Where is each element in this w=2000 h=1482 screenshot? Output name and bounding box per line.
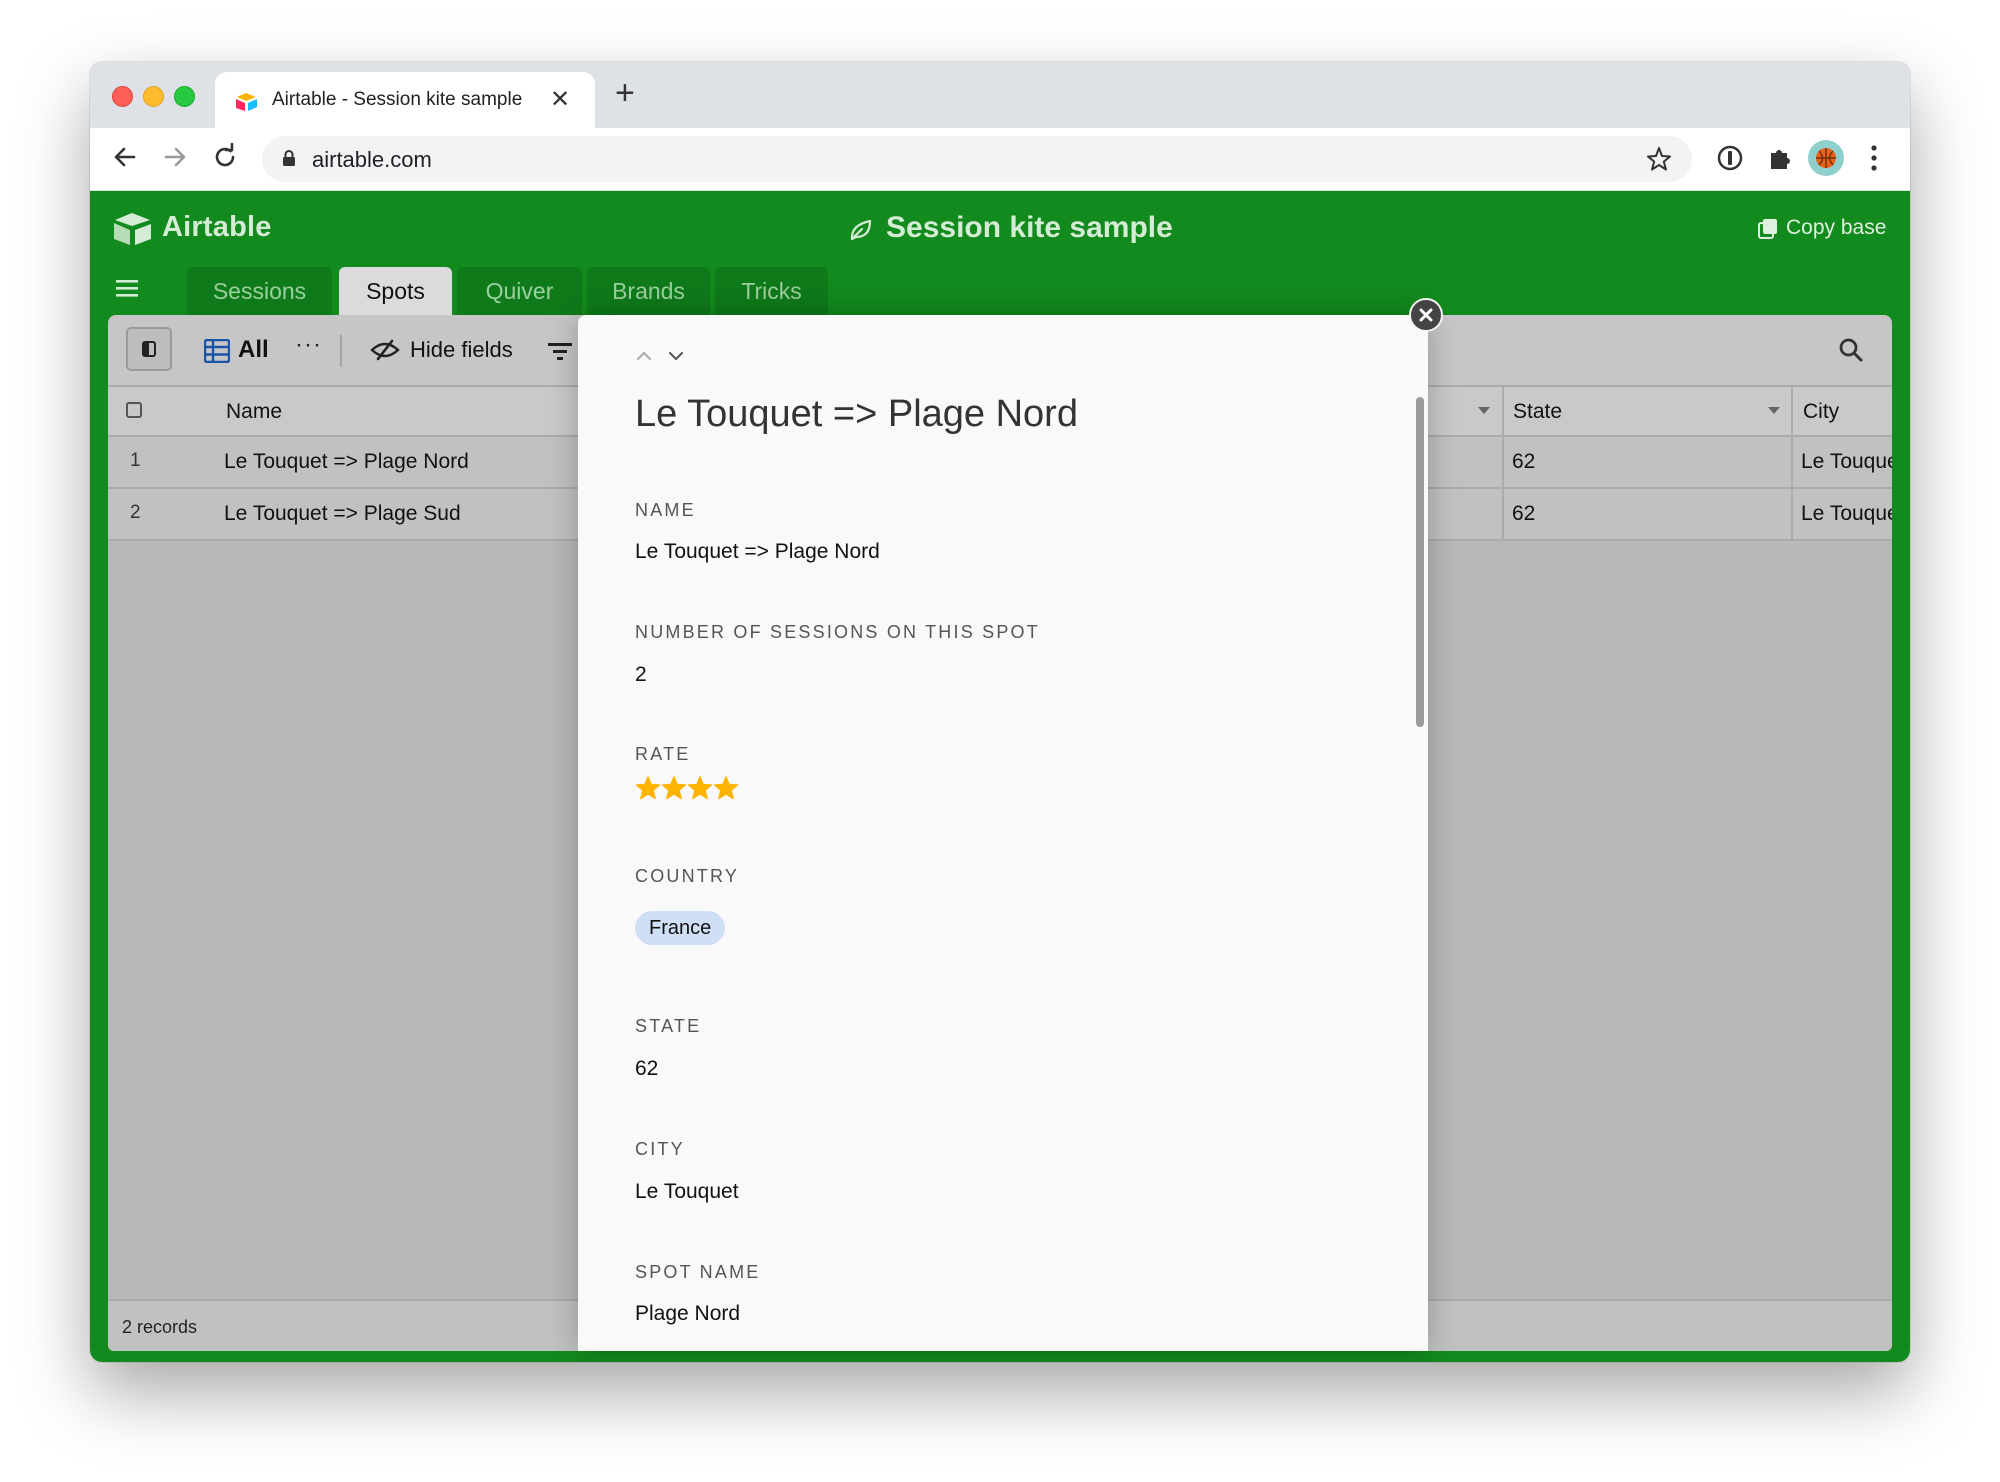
view-bar-divider bbox=[340, 335, 342, 367]
maximize-window-button[interactable] bbox=[174, 86, 195, 107]
state-column-dropdown-icon[interactable] bbox=[1478, 407, 1490, 414]
reload-icon[interactable] bbox=[210, 142, 240, 172]
airtable-logo-text: Airtable bbox=[162, 211, 272, 243]
star-icon[interactable] bbox=[661, 775, 687, 801]
hamburger-menu-icon[interactable] bbox=[116, 279, 138, 297]
hide-fields-button[interactable]: Hide fields bbox=[410, 337, 513, 363]
column-header-city[interactable]: City bbox=[1803, 400, 1839, 424]
lock-icon bbox=[283, 150, 295, 166]
field-label-rate: RATE bbox=[635, 744, 691, 764]
field-label-sessions: NUMBER OF SESSIONS ON THIS SPOT bbox=[635, 622, 1040, 642]
row-name-cell[interactable]: Le Touquet => Plage Nord bbox=[224, 450, 584, 474]
extensions-puzzle-icon[interactable] bbox=[1764, 142, 1796, 174]
tab-close-icon[interactable]: ✕ bbox=[550, 85, 570, 114]
tab-tricks[interactable]: Tricks bbox=[715, 267, 828, 315]
expanded-record-modal: Le Touquet => Plage Nord NAME Le Touquet… bbox=[578, 315, 1428, 1351]
row-city-cell[interactable]: Le Touquet bbox=[1801, 502, 1892, 526]
column-header-name[interactable]: Name bbox=[226, 400, 282, 424]
sidebar-toggle-button[interactable] bbox=[126, 327, 172, 371]
address-bar[interactable]: airtable.com bbox=[262, 136, 1692, 182]
url-text: airtable.com bbox=[312, 147, 432, 172]
copy-base-label: Copy base bbox=[1786, 216, 1887, 239]
column-header-state[interactable]: State bbox=[1513, 400, 1562, 424]
select-all-checkbox[interactable] bbox=[126, 402, 142, 418]
new-tab-button[interactable]: + bbox=[615, 76, 635, 110]
field-value-state[interactable]: 62 bbox=[635, 1057, 658, 1081]
copy-icon bbox=[1758, 219, 1777, 239]
sidebar-icon bbox=[142, 341, 156, 357]
previous-record-chevron-icon[interactable] bbox=[636, 351, 652, 361]
password-manager-icon[interactable] bbox=[1714, 142, 1746, 174]
column-divider bbox=[1502, 437, 1504, 487]
browser-menu-icon[interactable] bbox=[1871, 144, 1877, 172]
country-tag[interactable]: France bbox=[635, 911, 726, 945]
field-label-state: STATE bbox=[635, 1016, 702, 1036]
column-divider bbox=[1791, 387, 1793, 435]
browser-toolbar: airtable.com bbox=[90, 128, 1910, 191]
field-label-spot-name: SPOT NAME bbox=[635, 1262, 761, 1282]
filter-icon[interactable] bbox=[548, 341, 572, 361]
next-record-chevron-icon[interactable] bbox=[668, 351, 684, 361]
base-title: Session kite sample bbox=[886, 211, 1173, 244]
hide-fields-icon bbox=[370, 339, 400, 361]
tab-brands[interactable]: Brands bbox=[587, 267, 710, 315]
close-icon bbox=[1419, 308, 1433, 322]
field-label-city: CITY bbox=[635, 1139, 685, 1159]
row-name-cell[interactable]: Le Touquet => Plage Sud bbox=[224, 502, 584, 526]
field-value-sessions[interactable]: 2 bbox=[635, 663, 647, 687]
field-value-city[interactable]: Le Touquet bbox=[635, 1180, 739, 1204]
airtable-app: Airtable Session kite sample Copy base S… bbox=[90, 191, 1910, 1362]
modal-scrollbar[interactable] bbox=[1416, 397, 1424, 727]
row-number: 2 bbox=[130, 502, 141, 523]
airtable-logo-icon[interactable] bbox=[112, 211, 154, 247]
field-value-name[interactable]: Le Touquet => Plage Nord bbox=[635, 540, 880, 564]
field-label-country: COUNTRY bbox=[635, 866, 740, 886]
tab-title: Airtable - Session kite sample bbox=[272, 89, 523, 110]
minimize-window-button[interactable] bbox=[143, 86, 164, 107]
browser-tab[interactable]: Airtable - Session kite sample ✕ bbox=[215, 72, 595, 128]
record-title: Le Touquet => Plage Nord bbox=[635, 393, 1078, 435]
column-divider bbox=[1791, 489, 1793, 539]
search-icon[interactable] bbox=[1838, 337, 1864, 363]
tab-quiver[interactable]: Quiver bbox=[457, 267, 582, 315]
airtable-favicon-icon bbox=[236, 93, 257, 111]
forward-icon[interactable] bbox=[160, 142, 190, 172]
browser-window: Airtable - Session kite sample ✕ + airta… bbox=[90, 62, 1910, 1362]
row-number: 1 bbox=[130, 450, 141, 471]
back-icon[interactable] bbox=[110, 142, 140, 172]
records-count: 2 records bbox=[122, 1317, 198, 1337]
basketball-icon bbox=[1816, 148, 1836, 168]
column-divider bbox=[1502, 489, 1504, 539]
star-icon[interactable] bbox=[687, 775, 713, 801]
field-value-spot-name[interactable]: Plage Nord bbox=[635, 1302, 740, 1326]
city-column-dropdown-icon[interactable] bbox=[1768, 407, 1780, 414]
row-city-cell[interactable]: Le Touquet bbox=[1801, 450, 1892, 474]
bookmark-star-icon[interactable] bbox=[1646, 146, 1672, 172]
view-more-button[interactable]: ··· bbox=[295, 331, 322, 359]
tab-strip: Airtable - Session kite sample ✕ + bbox=[90, 62, 1910, 128]
close-record-button[interactable] bbox=[1409, 298, 1443, 332]
tab-spots[interactable]: Spots bbox=[339, 267, 452, 315]
star-icon[interactable] bbox=[713, 775, 739, 801]
grid-view-icon bbox=[204, 339, 230, 363]
star-icon[interactable] bbox=[635, 775, 661, 801]
profile-avatar[interactable] bbox=[1808, 140, 1844, 176]
column-divider bbox=[1791, 437, 1793, 487]
view-name[interactable]: All bbox=[238, 336, 269, 364]
close-window-button[interactable] bbox=[112, 86, 133, 107]
row-state-cell[interactable]: 62 bbox=[1512, 502, 1535, 526]
row-state-cell[interactable]: 62 bbox=[1512, 450, 1535, 474]
leaf-icon bbox=[850, 219, 872, 241]
tab-sessions[interactable]: Sessions bbox=[187, 267, 332, 315]
field-label-name: NAME bbox=[635, 500, 696, 520]
column-divider bbox=[1502, 387, 1504, 435]
rating-stars[interactable] bbox=[635, 775, 739, 801]
